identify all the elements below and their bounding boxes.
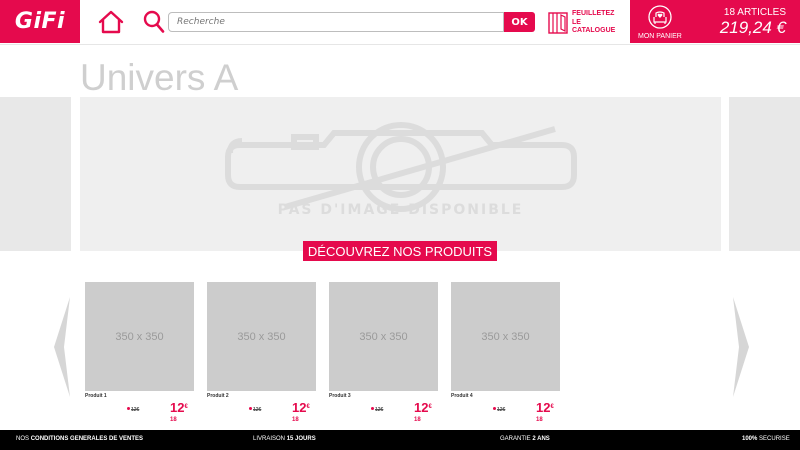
gifi-logo[interactable]: GiFi [0,0,80,43]
catalog-icon [548,12,568,34]
site-header: GiFi OK FEUILLETEZ LE CATALOGUE MON PANI… [0,0,800,45]
product-image[interactable]: 350 x 350 [329,282,438,391]
cart-count: 18 ARTICLES [723,7,786,18]
old-price: 12€ [375,407,384,413]
product-card[interactable]: 350 x 350 Produit 1 12€ 12€ 18 [85,282,194,423]
product-name[interactable]: Produit 4 [451,393,473,399]
catalog-link[interactable]: FEUILLETEZ LE CATALOGUE [548,10,620,36]
banner-prev-panel[interactable] [0,97,71,251]
product-price: 12€ 18 [170,400,188,423]
old-price: 12€ [253,407,262,413]
page-title: Univers A [80,57,239,98]
product-name[interactable]: Produit 1 [85,393,107,399]
banner-next-panel[interactable] [729,97,800,251]
product-card[interactable]: 350 x 350 Produit 2 12€ 12€ 18 [207,282,316,423]
cart-total: 219,24 € [719,18,786,37]
product-name[interactable]: Produit 2 [207,393,229,399]
chevron-right-icon[interactable] [731,297,751,397]
old-price: 12€ [131,407,140,413]
sale-dot-icon [127,407,130,410]
search-input[interactable] [168,12,504,32]
search-ok-button[interactable]: OK [504,12,535,32]
sale-dot-icon [493,407,496,410]
product-card[interactable]: 350 x 350 Produit 4 12€ 12€ 18 [451,282,560,423]
hero-banner: PAS D'IMAGE DISPONIBLE [80,97,721,251]
armchair-heart-icon [648,5,672,29]
product-name[interactable]: Produit 3 [329,393,351,399]
cart-label: MON PANIER [638,33,682,40]
product-price: 12€ 18 [414,400,432,423]
discover-products-button[interactable]: DÉCOUVREZ NOS PRODUITS [303,241,497,261]
footer-warranty: GARANTIE 2 ANS [500,436,550,442]
product-price: 12€ 18 [292,400,310,423]
search-icon[interactable] [143,10,165,34]
product-price: 12€ 18 [536,400,554,423]
cart-button[interactable]: MON PANIER 18 ARTICLES 219,24 € [630,0,800,43]
product-card[interactable]: 350 x 350 Produit 3 12€ 12€ 18 [329,282,438,423]
site-footer: NOS CONDITIONS GENERALES DE VENTES LIVRA… [0,430,800,450]
catalog-label: FEUILLETEZ LE CATALOGUE [572,10,616,34]
footer-secure: 100% SECURISE [742,436,790,442]
camera-icon [225,122,577,212]
sale-dot-icon [371,407,374,410]
banner-caption: PAS D'IMAGE DISPONIBLE [277,202,524,218]
chevron-left-icon[interactable] [52,297,72,397]
old-price: 12€ [497,407,506,413]
home-icon[interactable] [97,9,125,35]
product-image[interactable]: 350 x 350 [451,282,560,391]
product-image[interactable]: 350 x 350 [85,282,194,391]
footer-delivery: LIVRAISON 15 JOURS [253,436,316,442]
product-image[interactable]: 350 x 350 [207,282,316,391]
footer-cgv-link[interactable]: NOS CONDITIONS GENERALES DE VENTES [16,436,143,442]
sale-dot-icon [249,407,252,410]
